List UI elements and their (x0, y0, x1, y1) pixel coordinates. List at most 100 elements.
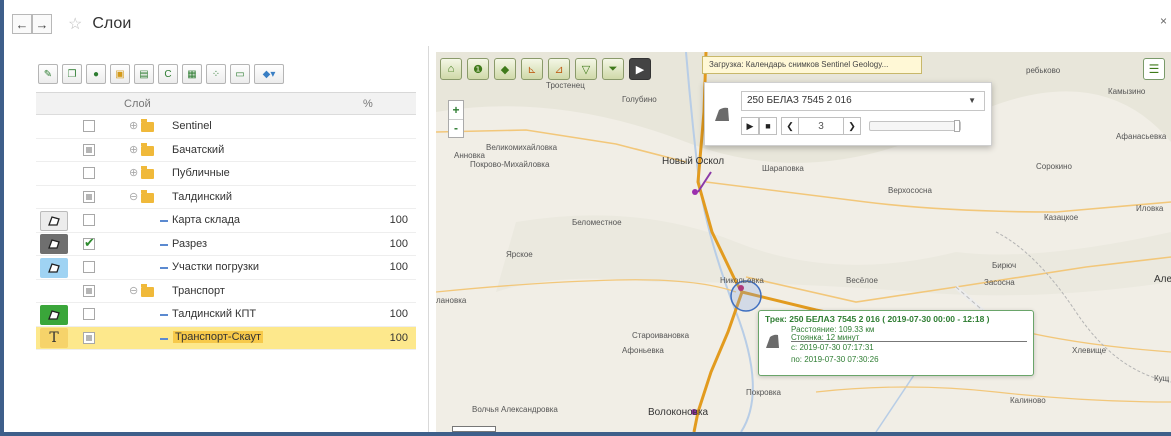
polygon-style-icon[interactable] (40, 234, 68, 254)
table-row[interactable]: ⊕ Бачатский (36, 139, 416, 162)
table-view-button[interactable]: ▦ (182, 64, 202, 84)
layer-style-cell[interactable] (36, 209, 72, 232)
place-label: Кущ (1154, 374, 1170, 383)
measure-area-icon[interactable]: ⊿ (548, 58, 570, 80)
expand-icon[interactable]: ⊕ (129, 166, 138, 179)
layer-checkbox[interactable] (83, 167, 95, 179)
layer-checkbox[interactable] (83, 261, 95, 273)
vehicle-select[interactable]: 250 БЕЛАЗ 7545 2 016 ▼ (741, 91, 985, 111)
table-row[interactable]: ⊖ Талдинский (36, 186, 416, 209)
place-label: Казацкое (1044, 213, 1079, 222)
folder-icon (141, 189, 154, 203)
loading-tooltip: Загрузка: Календарь снимков Sentinel Geo… (702, 56, 922, 74)
map-view[interactable]: Тростенец Голубино Анновка Великомихайло… (436, 52, 1171, 432)
collapse-icon[interactable]: ⊖ (129, 284, 138, 297)
filter-icon[interactable]: ▽ (575, 58, 597, 80)
column-header-percent: % (363, 98, 373, 110)
globe-menu-button[interactable]: ◆▾ (254, 64, 284, 84)
copy-layer-button[interactable]: ❐ (62, 64, 82, 84)
points-button[interactable]: ⁘ (206, 64, 226, 84)
zoom-in-button[interactable]: + (449, 101, 463, 119)
table-row[interactable]: ⊖ Транспорт (36, 280, 416, 303)
table-row[interactable]: Разрез 100 (36, 233, 416, 256)
layer-style-cell[interactable] (36, 256, 72, 279)
layer-checkbox[interactable] (83, 308, 95, 320)
layer-style-cell[interactable] (36, 233, 72, 256)
polygon-style-icon[interactable] (40, 210, 68, 231)
refresh-button[interactable]: C (158, 64, 178, 84)
nav-group: ← → (12, 14, 52, 34)
layers-toolbar: ✎ ❐ ● ▣ ▤ C ▦ ⁘ ▭ ◆▾ (38, 64, 284, 84)
layer-percent: 100 (389, 331, 408, 344)
layers-table: Слой % ⊕ Sentinel ⊕ Бачатский ⊕ Публичны… (36, 92, 416, 432)
add-layer-button[interactable]: ● (86, 64, 106, 84)
table-row[interactable]: Талдинский КПТ 100 (36, 303, 416, 327)
place-label: Новый Оскол (662, 156, 725, 167)
home-icon[interactable]: ⌂ (440, 58, 462, 80)
prev-frame-button[interactable]: ❮ (781, 117, 799, 135)
place-label: Афанасьевка (1116, 132, 1167, 141)
table-row[interactable]: ⊕ Публичные (36, 162, 416, 186)
layer-properties-button[interactable]: ▤ (134, 64, 154, 84)
place-label: Ярское (506, 250, 533, 259)
legend-list-icon[interactable]: ☰ (1143, 58, 1165, 80)
layer-checkbox[interactable] (83, 284, 95, 297)
pan-icon[interactable]: ◆ (494, 58, 516, 80)
polygon-style-icon[interactable] (40, 257, 68, 278)
table-row[interactable]: Карта склада 100 (36, 209, 416, 233)
layer-checkbox[interactable] (83, 214, 95, 226)
place-label: Великомихайловка (486, 143, 558, 152)
play-button[interactable]: ▶ (741, 117, 759, 135)
folder-icon (141, 119, 154, 132)
text-style-icon[interactable]: T (40, 328, 68, 348)
track-to: по: 2019-07-30 07:30:26 (791, 355, 879, 364)
layer-label: Транспорт-Скаут (173, 330, 264, 343)
window-button[interactable]: ▭ (230, 64, 250, 84)
layer-style-cell[interactable]: T (36, 327, 72, 350)
window-border-left (0, 0, 4, 436)
panel-divider[interactable] (428, 46, 429, 432)
layer-checkbox[interactable] (83, 120, 95, 132)
table-row[interactable]: Участки погрузки 100 (36, 256, 416, 280)
place-label: ребьково (1026, 66, 1061, 75)
expand-icon[interactable]: ⊕ (129, 143, 138, 156)
favorite-star-icon[interactable]: ☆ (68, 14, 82, 34)
frame-number[interactable]: 3 (799, 117, 843, 135)
layer-checkbox[interactable] (83, 331, 95, 344)
info-icon[interactable]: ❶ (467, 58, 489, 80)
close-icon[interactable]: × (1160, 14, 1167, 28)
collapse-icon[interactable]: ⊖ (129, 190, 138, 203)
place-label: Голубино (622, 95, 657, 104)
expand-icon[interactable]: ⊕ (129, 119, 138, 132)
layer-percent: 100 (389, 237, 408, 250)
table-row-selected[interactable]: T Транспорт-Скаут 100 (36, 326, 416, 350)
zoom-out-button[interactable]: - (449, 118, 463, 138)
vehicle-icon (766, 334, 779, 348)
back-button[interactable]: ← (12, 14, 32, 34)
add-folder-button[interactable]: ▣ (110, 64, 130, 84)
layer-label: Разрез (172, 237, 208, 250)
layer-checkbox[interactable] (83, 235, 95, 251)
layer-line-icon (160, 243, 168, 246)
slider-handle[interactable] (954, 120, 960, 132)
edit-layer-button[interactable]: ✎ (38, 64, 58, 84)
polygon-style-icon[interactable] (40, 304, 68, 325)
folder-icon (141, 166, 154, 179)
timeline-slider[interactable] (869, 120, 961, 132)
table-row[interactable]: ⊕ Sentinel (36, 115, 416, 139)
window-border-bottom (0, 432, 1171, 436)
place-label: Хлевище (1072, 346, 1107, 355)
layer-style-cell[interactable] (36, 303, 72, 326)
zoom-control: + - (448, 100, 464, 138)
place-label: Афоньевка (622, 346, 664, 355)
next-frame-button[interactable]: ❯ (843, 117, 861, 135)
funnel-icon[interactable]: ⏷ (602, 58, 624, 80)
player-controls: ▶ ■ ❮ 3 ❯ (741, 117, 961, 135)
ruler-icon[interactable]: ⊾ (521, 58, 543, 80)
play-track-icon[interactable]: ▶ (629, 58, 651, 80)
place-label: Але (1154, 274, 1171, 285)
layer-checkbox[interactable] (83, 143, 95, 156)
stop-button[interactable]: ■ (759, 117, 777, 135)
forward-button[interactable]: → (32, 14, 52, 34)
layer-checkbox[interactable] (83, 190, 95, 203)
